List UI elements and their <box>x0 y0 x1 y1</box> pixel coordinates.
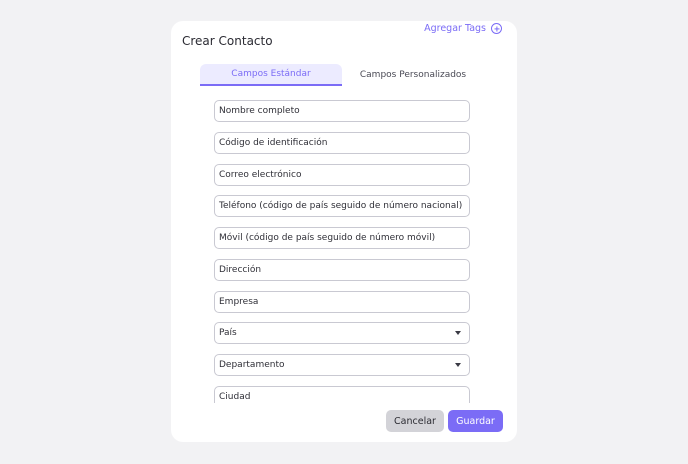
mobile-field[interactable]: Móvil (código de país seguido de número … <box>214 227 470 249</box>
tab-custom-fields[interactable]: Campos Personalizados <box>342 64 484 86</box>
city-field[interactable]: Ciudad <box>214 386 470 403</box>
cancel-button[interactable]: Cancelar <box>386 410 444 432</box>
fields-list[interactable]: Nombre completo Código de identificación… <box>214 100 470 403</box>
add-tags-label: Agregar Tags <box>424 23 486 34</box>
department-select[interactable]: Departamento <box>214 354 470 376</box>
chevron-down-icon <box>455 331 461 335</box>
email-field[interactable]: Correo electrónico <box>214 164 470 186</box>
tab-standard-fields[interactable]: Campos Estándar <box>200 64 342 86</box>
add-tags-link[interactable]: Agregar Tags <box>424 23 502 34</box>
field-tabs: Campos Estándar Campos Personalizados <box>200 64 484 86</box>
address-field[interactable]: Dirección <box>214 259 470 281</box>
country-select[interactable]: País <box>214 322 470 344</box>
plus-circle-icon[interactable] <box>491 23 502 34</box>
save-button[interactable]: Guardar <box>448 410 503 432</box>
company-field[interactable]: Empresa <box>214 291 470 313</box>
id-code-field[interactable]: Código de identificación <box>214 132 470 154</box>
chevron-down-icon <box>455 363 461 367</box>
create-contact-dialog: Crear Contacto Agregar Tags Campos Están… <box>171 21 517 442</box>
department-select-label: Departamento <box>219 360 285 370</box>
phone-field[interactable]: Teléfono (código de país seguido de núme… <box>214 195 470 217</box>
full-name-field[interactable]: Nombre completo <box>214 100 470 122</box>
dialog-title: Crear Contacto <box>182 34 273 48</box>
country-select-label: País <box>219 328 237 338</box>
